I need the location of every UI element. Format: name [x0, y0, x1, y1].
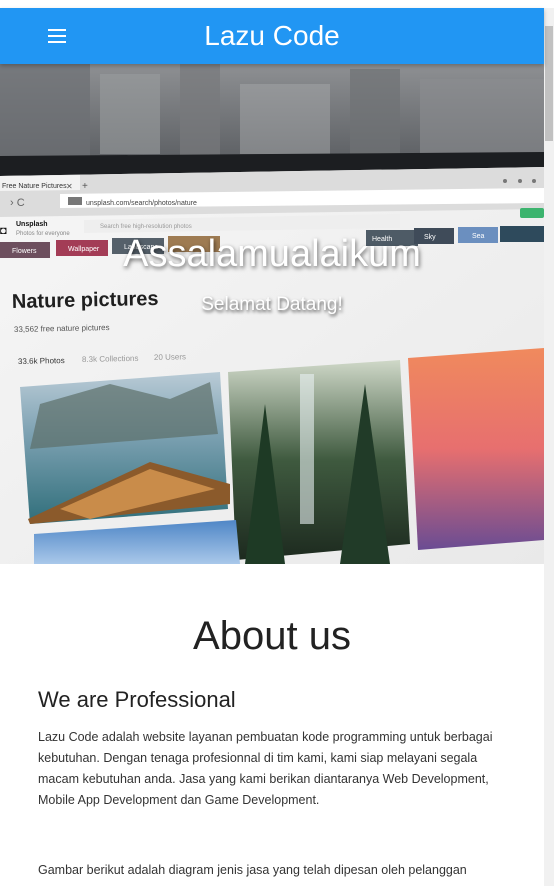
hero-title: Assalamualaikum: [123, 233, 421, 275]
svg-text:Unsplash: Unsplash: [16, 221, 48, 228]
svg-text:8.3k Collections: 8.3k Collections: [82, 354, 139, 364]
svg-text:Free Nature Pictures: Free Nature Pictures: [2, 183, 67, 190]
about-section: About us We are Professional Lazu Code a…: [0, 564, 544, 886]
top-strip: [0, 0, 554, 8]
hero-banner: Free Nature Pictures ✕ + › C unsplash.co…: [0, 64, 544, 564]
svg-text:✕: ✕: [66, 182, 73, 191]
scrollbar-thumb[interactable]: [545, 26, 553, 141]
about-title: About us: [193, 614, 351, 658]
svg-text:› C: › C: [10, 197, 25, 209]
svg-text:+: +: [82, 181, 88, 192]
about-paragraph-2: Gambar berikut adalah diagram jenis jasa…: [38, 863, 467, 877]
brand-title[interactable]: Lazu Code: [0, 20, 544, 52]
page-scrollbar[interactable]: [544, 8, 554, 886]
hero-subtitle: Selamat Datang!: [201, 294, 343, 315]
svg-text:unsplash.com/search/photos/nat: unsplash.com/search/photos/nature: [86, 200, 197, 207]
about-subtitle: We are Professional: [38, 687, 236, 712]
svg-text:20 Users: 20 Users: [154, 352, 186, 362]
about-paragraph: Lazu Code adalah website layanan pembuat…: [38, 730, 493, 807]
navbar: Lazu Code: [0, 8, 544, 64]
svg-text:33.6k Photos: 33.6k Photos: [18, 356, 65, 366]
